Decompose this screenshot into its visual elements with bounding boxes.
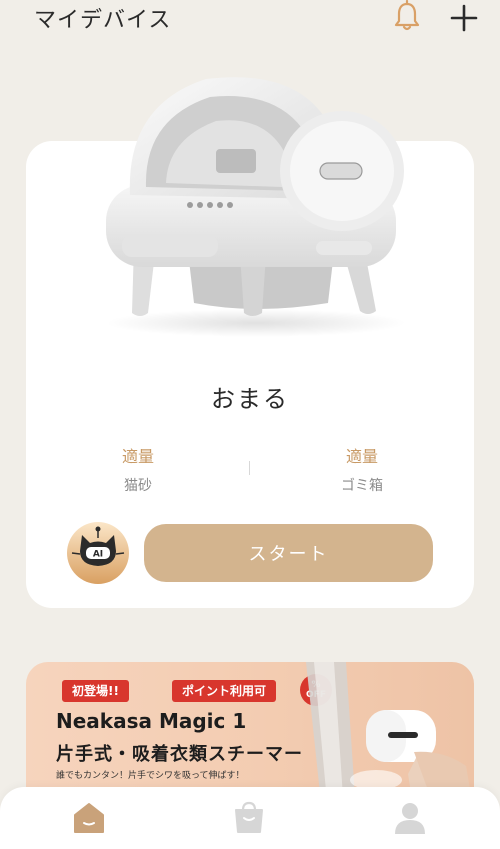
ai-cat-avatar[interactable]: AI xyxy=(66,521,130,585)
add-device-button[interactable] xyxy=(448,2,480,34)
device-name: おまる xyxy=(211,385,289,413)
home-icon xyxy=(74,803,104,833)
plus-icon xyxy=(450,4,478,32)
shopping-bag-icon xyxy=(235,801,263,833)
bell-icon xyxy=(394,0,420,31)
device-card[interactable]: おまる 適量 猫砂 適量 ゴミ箱 AI スタート xyxy=(26,77,474,608)
trash-status-label: ゴミ箱 xyxy=(341,478,383,494)
promo-tag-points: ポイント利用可 xyxy=(172,680,277,702)
litter-status-value: 適量 xyxy=(121,447,154,466)
bottom-nav xyxy=(0,787,500,849)
page-title: マイデバイス xyxy=(34,8,172,33)
trash-status: 適量 ゴミ箱 xyxy=(292,443,432,495)
nav-home[interactable] xyxy=(72,801,106,835)
start-button[interactable]: スタート xyxy=(144,524,433,582)
nav-profile[interactable] xyxy=(393,801,427,835)
nav-shop[interactable] xyxy=(232,801,266,835)
user-icon xyxy=(395,803,425,834)
litter-box-device-image xyxy=(106,77,406,337)
header: マイデバイス xyxy=(0,0,500,40)
litter-status: 適量 猫砂 xyxy=(68,443,208,495)
status-divider xyxy=(249,461,250,475)
ai-avatar-text: AI xyxy=(93,550,103,560)
trash-status-value: 適量 xyxy=(345,447,378,466)
promo-caption: 誰でもカンタン！片手でシワを吸って伸ばす！ xyxy=(56,771,245,781)
notification-button[interactable] xyxy=(390,0,424,34)
promo-subtitle: 片手式・吸着衣類スチーマー xyxy=(56,744,303,765)
promo-title: Neakasa Magic 1 xyxy=(56,709,247,733)
litter-status-label: 猫砂 xyxy=(124,478,152,494)
promo-tag-new: 初登場!! xyxy=(62,680,129,702)
